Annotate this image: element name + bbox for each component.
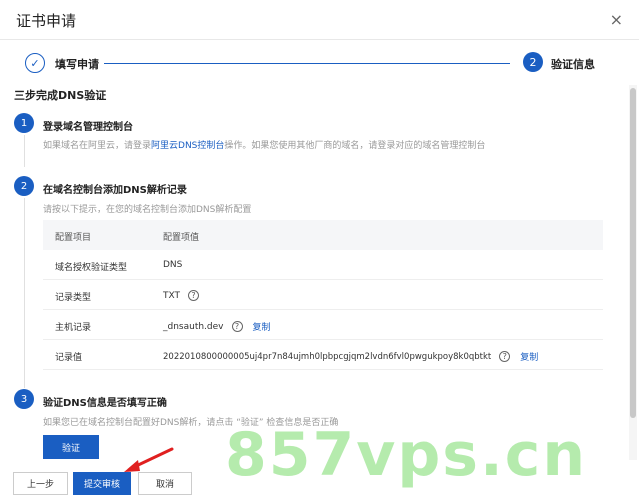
step3-title: 验证DNS信息是否填写正确: [43, 398, 167, 409]
watermark-logo: 857vps.cn: [225, 420, 588, 490]
scrollbar-thumb[interactable]: [630, 88, 636, 418]
step1-description: 如果域名在阿里云，请登录阿里云DNS控制台操作。如果您使用其他厂商的域名，请登录…: [43, 138, 485, 151]
step-label: 填写申请: [55, 58, 99, 71]
progress-steps: ✓ 填写申请 2 验证信息: [0, 40, 639, 85]
table-header: 配置项目 配置项值: [43, 220, 603, 250]
row-value: 2022010800000005uj4pr7n84ujmh0lpbpcgjqm2…: [163, 350, 538, 363]
step-connector: [104, 63, 510, 64]
dialog-title: 证书申请: [16, 12, 77, 30]
verify-button[interactable]: 验证: [43, 435, 99, 459]
column-header: 配置项值: [163, 233, 200, 243]
help-icon[interactable]: ?: [499, 351, 511, 362]
row-value: TXT?: [163, 290, 200, 301]
row-value-text: _dnsauth.dev: [163, 321, 224, 332]
help-icon[interactable]: ?: [188, 290, 200, 301]
table-row: 记录值 2022010800000005uj4pr7n84ujmh0lpbpcg…: [43, 340, 603, 370]
desc-text: 操作。如果您使用其他厂商的域名，请登录对应的域名管理控制台: [224, 141, 486, 151]
row-value: DNS: [163, 260, 182, 270]
row-label: 域名授权验证类型: [55, 263, 128, 273]
step-label: 验证信息: [551, 58, 595, 71]
copy-record-value-link[interactable]: 复制: [520, 350, 538, 363]
submit-review-button[interactable]: 提交审核: [73, 472, 131, 495]
row-value: _dnsauth.dev? 复制: [163, 320, 271, 333]
step-badge-1: 1: [14, 113, 34, 133]
help-icon[interactable]: ?: [231, 321, 243, 332]
column-header: 配置项目: [55, 233, 92, 243]
table-row: 记录类型 TXT?: [43, 280, 603, 310]
row-value-text: DNS: [163, 260, 183, 270]
check-icon: ✓: [25, 53, 45, 73]
table-row: 域名授权验证类型 DNS: [43, 250, 603, 280]
desc-text: 如果域名在阿里云，请登录: [43, 141, 152, 151]
annotation-arrow-icon: [124, 447, 174, 472]
prev-step-button[interactable]: 上一步: [13, 472, 68, 495]
cancel-button[interactable]: 取消: [138, 472, 192, 495]
section-title: 三步完成DNS验证: [14, 89, 107, 102]
row-label: 主机记录: [55, 323, 92, 333]
close-icon[interactable]: ×: [610, 10, 623, 29]
step-number: 2: [523, 52, 543, 72]
aliyun-dns-console-link[interactable]: 阿里云DNS控制台: [151, 141, 224, 151]
step2-description: 请按以下提示，在您的域名控制台添加DNS解析配置: [43, 205, 252, 215]
table-row: 主机记录 _dnsauth.dev? 复制: [43, 310, 603, 340]
row-label: 记录类型: [55, 293, 92, 303]
step1-title: 登录域名管理控制台: [43, 122, 133, 133]
step-divider: [24, 135, 25, 167]
step-divider: [24, 198, 25, 388]
step-badge-3: 3: [14, 389, 34, 409]
dialog-body: 三步完成DNS验证 1 登录域名管理控制台 如果域名在阿里云，请登录阿里云DNS…: [0, 85, 630, 460]
row-value-text: 2022010800000005uj4pr7n84ujmh0lpbpcgjqm2…: [163, 351, 492, 362]
row-value-text: TXT: [163, 290, 181, 301]
dialog-header: 证书申请 ×: [0, 0, 639, 40]
copy-host-record-link[interactable]: 复制: [253, 320, 271, 333]
dns-config-table: 配置项目 配置项值 域名授权验证类型 DNS 记录类型 TXT? 主机记录 _d…: [43, 220, 603, 370]
step2-title: 在域名控制台添加DNS解析记录: [43, 185, 187, 196]
row-label: 记录值: [55, 353, 83, 363]
step-badge-2: 2: [14, 176, 34, 196]
